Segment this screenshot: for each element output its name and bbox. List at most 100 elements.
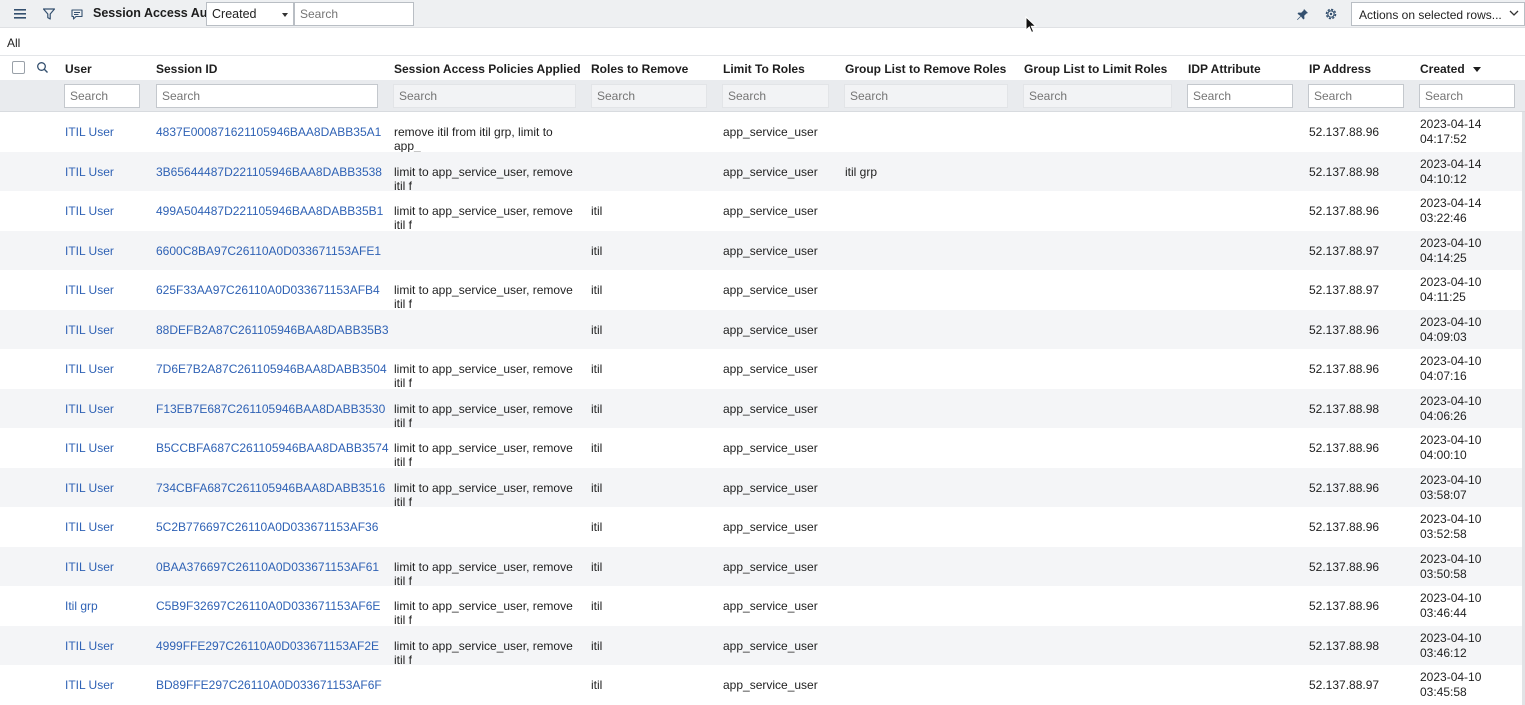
column-header-created[interactable]: Created: [1420, 62, 1482, 76]
select-all-checkbox[interactable]: [12, 61, 25, 74]
column-header-idp-attribute[interactable]: IDP Attribute: [1188, 62, 1261, 76]
created-time: 04:17:52: [1420, 132, 1467, 146]
user-link[interactable]: ITIL User: [65, 125, 114, 139]
table-row[interactable]: ITIL User 7D6E7B2A87C261105946BAA8DABB350…: [0, 349, 1525, 390]
policies-applied-cell: limit to app_service_user, remove itil f: [394, 599, 573, 627]
session-id-link[interactable]: 6600C8BA97C26110A0D033671153AFE1: [156, 244, 381, 258]
created-cell: 2023-04-10 04:14:25: [1420, 236, 1510, 266]
table-row[interactable]: Itil grp C5B9F32697C26110A0D033671153AF6E…: [0, 586, 1525, 627]
user-search-input[interactable]: [64, 84, 140, 108]
column-header-group-list-remove-roles[interactable]: Group List to Remove Roles: [845, 62, 1006, 76]
table-row[interactable]: ITIL User 4837E000871621105946BAA8DABB35A…: [0, 112, 1525, 153]
created-time: 03:46:44: [1420, 606, 1467, 620]
table-row[interactable]: ITIL User BD89FFE297C26110A0D033671153AF6…: [0, 665, 1525, 705]
user-link[interactable]: ITIL User: [65, 441, 114, 455]
user-link[interactable]: ITIL User: [65, 204, 114, 218]
user-link[interactable]: ITIL User: [65, 362, 114, 376]
session-id-link[interactable]: 499A504487D221105946BAA8DABB35B1: [156, 204, 383, 218]
created-date: 2023-04-10: [1420, 630, 1482, 645]
roles-remove-search-input[interactable]: [591, 84, 707, 108]
ip-address-cell: 52.137.88.98: [1309, 164, 1380, 179]
user-link[interactable]: ITIL User: [65, 520, 114, 534]
search-field-select[interactable]: Created: [206, 2, 294, 26]
session-id-link[interactable]: F13EB7E687C261105946BAA8DABB3530: [156, 402, 385, 416]
column-header-user[interactable]: User: [65, 62, 92, 76]
created-time: 04:07:16: [1420, 369, 1467, 383]
filter-funnel-icon[interactable]: [39, 4, 59, 24]
column-header-group-list-limit-roles[interactable]: Group List to Limit Roles: [1024, 62, 1167, 76]
roles-to-remove-cell: itil: [591, 362, 603, 376]
sort-descending-icon: [1473, 67, 1482, 72]
group-limit-search-input[interactable]: [1023, 84, 1172, 108]
user-link[interactable]: ITIL User: [65, 678, 114, 692]
table-row[interactable]: ITIL User 6600C8BA97C26110A0D033671153AFE…: [0, 230, 1525, 270]
idp-attribute-search-input[interactable]: [1187, 84, 1293, 108]
limit-to-roles-cell: app_service_user: [723, 283, 818, 297]
session-id-link[interactable]: 734CBFA687C261105946BAA8DABB3516: [156, 481, 385, 495]
table-row[interactable]: ITIL User 734CBFA687C261105946BAA8DABB351…: [0, 467, 1525, 509]
roles-to-remove-cell: itil: [591, 520, 603, 534]
ip-address-cell: 52.137.88.96: [1309, 322, 1380, 337]
session-id-link[interactable]: 5C2B776697C26110A0D033671153AF36: [156, 520, 378, 534]
session-id-link[interactable]: 3B65644487D221105946BAA8DABB3538: [156, 165, 382, 179]
session-id-link[interactable]: BD89FFE297C26110A0D033671153AF6F: [156, 678, 382, 692]
created-time: 04:09:03: [1420, 329, 1467, 344]
column-header-session-id[interactable]: Session ID: [156, 62, 217, 76]
search-icon[interactable]: [36, 61, 49, 74]
table-row[interactable]: ITIL User 5C2B776697C26110A0D033671153AF3…: [0, 507, 1525, 547]
policies-search-input[interactable]: [393, 84, 576, 108]
group-list-remove-roles-cell: itil grp: [845, 164, 878, 179]
session-id-link[interactable]: 0BAA376697C26110A0D033671153AF61: [156, 560, 379, 574]
hamburger-icon[interactable]: [10, 4, 30, 24]
created-search-input[interactable]: [1419, 84, 1515, 108]
column-header-ip-address[interactable]: IP Address: [1309, 62, 1371, 76]
user-link[interactable]: ITIL User: [65, 244, 114, 258]
session-id-link[interactable]: 4999FFE297C26110A0D033671153AF2E: [156, 639, 379, 653]
table-row[interactable]: ITIL User 0BAA376697C26110A0D033671153AF6…: [0, 546, 1525, 588]
session-id-link[interactable]: 88DEFB2A87C261105946BAA8DABB35B3: [156, 323, 389, 337]
policies-applied-cell: limit to app_service_user, remove itil f: [394, 401, 573, 430]
session-id-link[interactable]: 7D6E7B2A87C261105946BAA8DABB3504: [156, 362, 387, 376]
user-link[interactable]: ITIL User: [65, 639, 114, 653]
created-cell: 2023-04-10 03:50:58: [1420, 552, 1510, 582]
user-link[interactable]: ITIL User: [65, 165, 114, 179]
table-row[interactable]: ITIL User 499A504487D221105946BAA8DABB35B…: [0, 191, 1525, 232]
roles-to-remove-cell: itil: [591, 243, 603, 258]
roles-to-remove-cell: itil: [591, 204, 603, 218]
session-id-link[interactable]: C5B9F32697C26110A0D033671153AF6E: [156, 599, 380, 613]
column-header-limit-to-roles[interactable]: Limit To Roles: [723, 62, 805, 76]
user-link[interactable]: ITIL User: [65, 560, 114, 574]
session-id-search-input[interactable]: [156, 84, 378, 108]
roles-to-remove-cell: itil: [591, 678, 603, 692]
column-header-roles-to-remove[interactable]: Roles to Remove: [591, 62, 688, 76]
user-link[interactable]: ITIL User: [65, 481, 114, 495]
user-link[interactable]: Itil grp: [65, 599, 98, 613]
list-search-input[interactable]: [294, 2, 414, 26]
table-row[interactable]: ITIL User 3B65644487D221105946BAA8DABB353…: [0, 151, 1525, 193]
created-cell: 2023-04-10 03:46:44: [1420, 591, 1510, 621]
ip-address-search-input[interactable]: [1308, 84, 1404, 108]
session-id-link[interactable]: B5CCBFA687C261105946BAA8DABB3574: [156, 441, 389, 455]
user-link[interactable]: ITIL User: [65, 323, 114, 337]
actions-on-selected-rows-select[interactable]: Actions on selected rows...: [1351, 2, 1525, 26]
table-row[interactable]: ITIL User F13EB7E687C261105946BAA8DABB353…: [0, 388, 1525, 430]
roles-to-remove-cell: itil: [591, 599, 603, 613]
limit-roles-search-input[interactable]: [722, 84, 829, 108]
session-id-link[interactable]: 4837E000871621105946BAA8DABB35A1: [156, 125, 381, 139]
column-header-policies-applied[interactable]: Session Access Policies Applied: [394, 62, 581, 76]
breadcrumb[interactable]: All: [7, 36, 20, 50]
user-link[interactable]: ITIL User: [65, 283, 114, 297]
table-row[interactable]: ITIL User 88DEFB2A87C261105946BAA8DABB35B…: [0, 309, 1525, 349]
session-id-link[interactable]: 625F33AA97C26110A0D033671153AFB4: [156, 283, 380, 297]
user-link[interactable]: ITIL User: [65, 402, 114, 416]
created-date: 2023-04-10: [1420, 551, 1482, 566]
roles-to-remove-cell: itil: [591, 401, 603, 416]
roles-to-remove-cell: itil: [591, 480, 603, 495]
table-row[interactable]: ITIL User B5CCBFA687C261105946BAA8DABB357…: [0, 428, 1525, 469]
table-row[interactable]: ITIL User 625F33AA97C26110A0D033671153AFB…: [0, 270, 1525, 311]
chat-bubble-icon[interactable]: [67, 4, 87, 24]
group-remove-search-input[interactable]: [844, 84, 1008, 108]
pin-icon[interactable]: [1292, 4, 1312, 24]
gear-icon[interactable]: [1321, 4, 1341, 24]
table-row[interactable]: ITIL User 4999FFE297C26110A0D033671153AF2…: [0, 625, 1525, 667]
